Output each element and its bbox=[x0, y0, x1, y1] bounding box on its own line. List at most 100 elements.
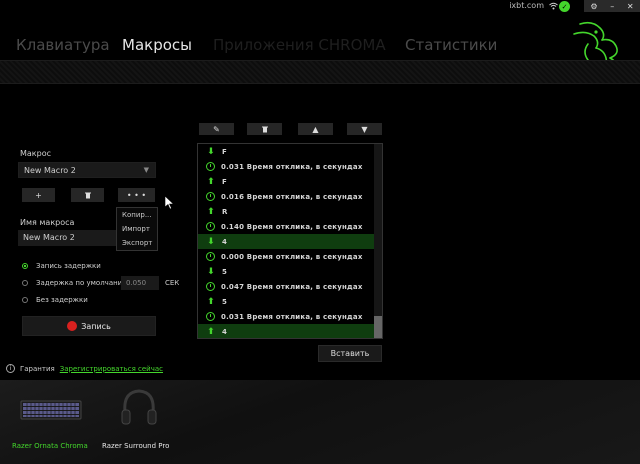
macro-step-row[interactable]: ⬆ 5 bbox=[198, 294, 382, 309]
edit-step-button[interactable]: ✎ bbox=[199, 123, 234, 135]
macro-step-row[interactable]: ⬆ 4 bbox=[198, 324, 382, 338]
macro-label: Макрос bbox=[20, 149, 52, 158]
radio-label: Задержка по умолчанию bbox=[36, 279, 129, 287]
keyboard-device-icon[interactable] bbox=[20, 398, 82, 422]
record-button[interactable]: Запись bbox=[22, 316, 156, 336]
macro-select[interactable]: New Macro 2 ▼ bbox=[18, 162, 156, 178]
macro-name-label: Имя макроса bbox=[20, 218, 75, 227]
trash-icon bbox=[261, 126, 268, 132]
move-up-button[interactable]: ▲ bbox=[298, 123, 333, 135]
list-scrollbar[interactable] bbox=[374, 144, 382, 338]
warranty-row: i Гарантия Зарегистрироваться сейчас bbox=[6, 364, 163, 373]
delete-macro-button[interactable] bbox=[71, 188, 104, 202]
scrollbar-thumb[interactable] bbox=[374, 316, 382, 338]
synapse-window: ixbt.com ✓ ⚙ – ✕ Клавиатура Макросы Прил… bbox=[0, 0, 640, 464]
more-options-menu: Копир... Импорт Экспорт bbox=[116, 207, 158, 251]
macro-step-row[interactable]: 0.000 Время отклика, в секундах bbox=[198, 249, 382, 264]
clock-icon bbox=[206, 282, 215, 291]
radio-indicator bbox=[22, 280, 28, 286]
move-down-button[interactable]: ▼ bbox=[347, 123, 382, 135]
macro-step-row[interactable]: ⬇ F bbox=[198, 144, 382, 159]
clock-icon bbox=[206, 162, 215, 171]
key-down-arrow-icon: ⬇ bbox=[207, 236, 215, 247]
key-up-arrow-icon: ⬆ bbox=[207, 326, 215, 337]
insert-button[interactable]: Вставить bbox=[318, 345, 382, 362]
delete-step-button[interactable] bbox=[247, 123, 282, 135]
macro-step-row[interactable]: ⬇ 4 bbox=[198, 234, 382, 249]
macro-step-text: F bbox=[222, 177, 227, 186]
radio-no-delay[interactable]: Без задержки bbox=[22, 296, 88, 304]
wifi-icon bbox=[548, 1, 558, 11]
online-status-icon[interactable]: ✓ bbox=[559, 1, 570, 12]
settings-icon[interactable]: ⚙ bbox=[590, 2, 597, 11]
clock-icon bbox=[206, 312, 215, 321]
macro-step-text: 0.016 Время отклика, в секундах bbox=[221, 192, 363, 201]
device-name-keyboard[interactable]: Razer Ornata Chroma bbox=[12, 442, 88, 450]
tab-keyboard[interactable]: Клавиатура bbox=[16, 36, 110, 54]
tab-chroma-apps[interactable]: Приложения CHROMA bbox=[213, 36, 386, 54]
macro-step-text: 0.047 Время отклика, в секундах bbox=[221, 282, 363, 291]
tab-stats[interactable]: Статистики bbox=[405, 36, 497, 54]
key-up-arrow-icon: ⬆ bbox=[207, 206, 215, 217]
macro-step-text: 0.031 Время отклика, в секундах bbox=[221, 162, 363, 171]
macro-step-text: F bbox=[222, 147, 227, 156]
clock-icon bbox=[206, 192, 215, 201]
key-up-arrow-icon: ⬆ bbox=[207, 296, 215, 307]
radio-label: Без задержки bbox=[36, 296, 88, 304]
macro-step-row[interactable]: ⬆ R bbox=[198, 204, 382, 219]
record-label: Запись bbox=[81, 321, 111, 331]
macro-step-text: 0.031 Время отклика, в секундах bbox=[221, 312, 363, 321]
trash-icon bbox=[84, 192, 91, 198]
macro-step-text: 5 bbox=[222, 267, 228, 276]
macro-step-text: 5 bbox=[222, 297, 228, 306]
macro-step-row[interactable]: 0.031 Время отклика, в секундах bbox=[198, 309, 382, 324]
macro-name-input[interactable]: New Macro 2 bbox=[18, 230, 128, 246]
window-controls: ⚙ – ✕ bbox=[584, 0, 640, 12]
user-account[interactable]: ixbt.com bbox=[509, 1, 544, 10]
macro-step-text: 4 bbox=[222, 237, 228, 246]
chevron-down-icon: ▼ bbox=[143, 166, 149, 174]
radio-default-delay[interactable]: Задержка по умолчанию bbox=[22, 279, 128, 287]
macro-select-value: New Macro 2 bbox=[24, 166, 76, 175]
radio-indicator bbox=[22, 297, 28, 303]
register-link[interactable]: Зарегистрироваться сейчас bbox=[60, 365, 163, 373]
key-down-arrow-icon: ⬇ bbox=[207, 146, 215, 157]
macro-step-text: 4 bbox=[222, 327, 228, 336]
header-pattern bbox=[0, 60, 640, 84]
macro-step-list[interactable]: ⬇ F 0.031 Время отклика, в секундах ⬆ F 0.016… bbox=[197, 143, 383, 339]
macro-step-row[interactable]: 0.016 Время отклика, в секундах bbox=[198, 189, 382, 204]
default-delay-input[interactable]: 0.050 bbox=[121, 276, 159, 290]
radio-label: Запись задержки bbox=[36, 262, 101, 270]
info-icon: i bbox=[6, 364, 15, 373]
macro-step-row[interactable]: 0.140 Время отклика, в секундах bbox=[198, 219, 382, 234]
macro-step-text: R bbox=[222, 207, 228, 216]
menu-item-export[interactable]: Экспорт bbox=[117, 236, 157, 250]
title-bar: ixbt.com ✓ ⚙ – ✕ bbox=[0, 0, 640, 14]
main-nav: Клавиатура Макросы Приложения CHROMA Ста… bbox=[0, 36, 540, 58]
macro-step-text: 0.140 Время отклика, в секундах bbox=[221, 222, 363, 231]
radio-indicator bbox=[22, 263, 28, 269]
close-button[interactable]: ✕ bbox=[627, 2, 634, 11]
device-name-headset[interactable]: Razer Surround Pro bbox=[102, 442, 169, 450]
macro-step-row[interactable]: ⬇ 5 bbox=[198, 264, 382, 279]
key-down-arrow-icon: ⬇ bbox=[207, 266, 215, 277]
clock-icon bbox=[206, 222, 215, 231]
key-up-arrow-icon: ⬆ bbox=[207, 176, 215, 187]
delay-unit-label: СЕК bbox=[165, 279, 180, 287]
minimize-button[interactable]: – bbox=[610, 2, 614, 11]
menu-item-import[interactable]: Импорт bbox=[117, 222, 157, 236]
radio-record-delay[interactable]: Запись задержки bbox=[22, 262, 101, 270]
device-bar bbox=[0, 380, 640, 464]
menu-item-copy[interactable]: Копир... bbox=[117, 208, 157, 222]
mouse-cursor-icon bbox=[165, 196, 175, 210]
headset-device-icon[interactable] bbox=[117, 386, 161, 430]
macro-step-row[interactable]: 0.047 Время отклика, в секундах bbox=[198, 279, 382, 294]
clock-icon bbox=[206, 252, 215, 261]
macro-step-text: 0.000 Время отклика, в секундах bbox=[221, 252, 363, 261]
tab-macros[interactable]: Макросы bbox=[122, 36, 192, 54]
macro-step-row[interactable]: ⬆ F bbox=[198, 174, 382, 189]
warranty-label: Гарантия bbox=[20, 364, 55, 373]
add-macro-button[interactable]: + bbox=[22, 188, 55, 202]
more-options-button[interactable]: • • • bbox=[118, 188, 155, 202]
macro-step-row[interactable]: 0.031 Время отклика, в секундах bbox=[198, 159, 382, 174]
